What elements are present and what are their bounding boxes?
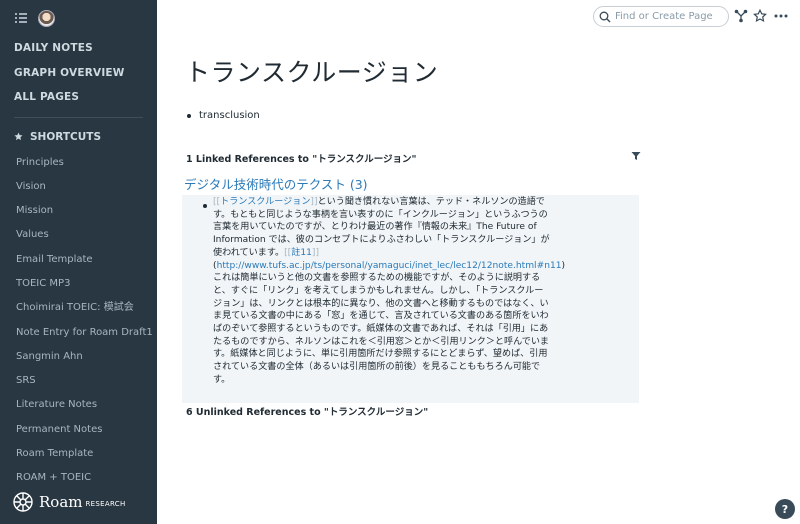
star-icon xyxy=(14,132,23,141)
logo-wordmark: Roam xyxy=(39,493,83,511)
search-input[interactable] xyxy=(615,11,725,22)
ref-line: ま見ている文書の中にある「窓」を通じて、言及されている文書のある箇所をいわ xyxy=(213,311,549,322)
shortcut-item[interactable]: SRS xyxy=(0,369,157,393)
graph-icon[interactable] xyxy=(733,8,749,24)
external-url-link[interactable]: http://www.tufs.ac.jp/ts/personal/yamagu… xyxy=(217,261,562,271)
page-link-note11[interactable]: 註11 xyxy=(291,248,312,258)
nav-all-pages[interactable]: ALL PAGES xyxy=(0,85,157,110)
ref-line: (http://www.tufs.ac.jp/ts/personal/yamag… xyxy=(213,260,633,273)
shortcuts-header: SHORTCUTS xyxy=(0,126,157,148)
ref-line: ばのぞいて参照するというものです。紙媒体の文書であれば、それは「引用」にあ xyxy=(213,324,549,335)
search-icon xyxy=(599,11,611,22)
ref-line: ジョン」は、リンクとは根本的に異なり、他の文書へと移動するものではなく、い xyxy=(213,298,549,309)
shortcut-item[interactable]: Roam Template xyxy=(0,442,157,466)
paren: ) xyxy=(561,260,566,271)
shortcut-item[interactable]: Permanent Notes xyxy=(0,418,157,442)
ref-block-text[interactable]: [[トランスクルージョン]]という聞き慣れない言葉は、テッド・ネルソンの造語で … xyxy=(213,196,633,387)
page-title[interactable]: トランスクルージョン xyxy=(185,53,438,89)
block-text[interactable]: transclusion xyxy=(199,110,260,121)
shortcut-item[interactable]: Email Template xyxy=(0,248,157,272)
ref-line: す。紙媒体と同じように、単に引用箇所だけ参照するにとどまらず、望めば、引用 xyxy=(213,349,548,360)
logo-research: RESEARCH xyxy=(85,500,126,508)
nav-graph-overview[interactable]: GRAPH OVERVIEW xyxy=(0,61,157,86)
ref-line: たるものですから、ネルソンはこれを＜引用窓＞とか＜引用リンク＞と呼んでいま xyxy=(213,336,550,347)
shortcut-item[interactable]: Choimirai TOEIC: 模試会 xyxy=(0,296,157,320)
shortcuts-list: Principles Vision Mission Values Email T… xyxy=(0,151,157,491)
shortcut-item[interactable]: ROAM + TOEIC xyxy=(0,466,157,490)
linked-reference-block: [[トランスクルージョン]]という聞き慣れない言葉は、テッド・ネルソンの造語で … xyxy=(182,195,639,403)
shortcut-item[interactable]: Principles xyxy=(0,151,157,175)
link-bracket: ]] xyxy=(310,197,318,207)
ref-text-segment: という聞き慣れない言葉は、テッド・ネルソンの造語で xyxy=(317,197,545,207)
ref-line: 使われています。[[註11]] xyxy=(213,247,633,260)
help-button[interactable]: ? xyxy=(775,499,795,519)
ref-line: [[トランスクルージョン]]という聞き慣れない言葉は、テッド・ネルソンの造語で xyxy=(213,196,633,209)
avatar[interactable] xyxy=(38,9,55,27)
sidebar-divider xyxy=(14,116,143,118)
page-link-transclusion[interactable]: トランスクルージョン xyxy=(220,197,310,207)
sidebar: DAILY NOTES GRAPH OVERVIEW ALL PAGES SHO… xyxy=(0,0,157,524)
nav-daily-notes[interactable]: DAILY NOTES xyxy=(0,36,157,61)
filter-icon[interactable] xyxy=(631,151,641,161)
roam-logo-icon xyxy=(13,492,33,512)
ref-line: Information では、彼のコンセプトによりふさわしい「トランスクルージョ… xyxy=(213,235,550,246)
link-bracket: ]] xyxy=(311,247,320,258)
shortcut-item[interactable]: Sangmin Ahn xyxy=(0,345,157,369)
shortcut-item[interactable]: TOEIC MP3 xyxy=(0,272,157,296)
linked-references-header[interactable]: 1 Linked References to "トランスクルージョン" xyxy=(186,151,416,165)
block-bullet[interactable] xyxy=(187,113,191,118)
main-content: トランスクルージョン transclusion 1 Linked Referen… xyxy=(157,34,800,524)
sidebar-collapse-icon[interactable] xyxy=(14,11,28,25)
reference-page-title[interactable]: デジタル技術時代のテクスト (3) xyxy=(184,174,368,193)
sidebar-top xyxy=(0,0,157,36)
ref-line: と、すぐに「リンク」を考えてしまうかもしれません。しかし、「トランスクルー xyxy=(213,285,544,296)
shortcut-item[interactable]: Literature Notes xyxy=(0,393,157,417)
ref-line: す。もともと同じような事柄を言い表すのに「インクルージョン」というふつうの xyxy=(213,209,548,220)
roam-logo: Roam RESEARCH xyxy=(13,492,126,512)
more-options-icon[interactable] xyxy=(773,8,789,24)
topbar xyxy=(157,0,800,34)
ref-line: 言葉を用いていたのですが、とりわけ最近の著作『情報の未来』The Future … xyxy=(213,222,537,233)
shortcut-item[interactable]: Values xyxy=(0,223,157,247)
ref-line: す。 xyxy=(213,374,231,385)
ref-line: これは簡単にいうと他の文書を参照するための機能ですが、そのように説明する xyxy=(213,273,541,284)
unlinked-references-header[interactable]: 6 Unlinked References to "トランスクルージョン" xyxy=(186,404,428,418)
page-block[interactable]: transclusion xyxy=(187,110,260,121)
star-outline-icon[interactable] xyxy=(752,8,768,24)
ref-block-bullet[interactable] xyxy=(203,204,207,208)
shortcut-item[interactable]: Mission xyxy=(0,199,157,223)
ref-text-segment: 使われています。 xyxy=(213,247,285,258)
search-box[interactable] xyxy=(593,6,729,27)
ref-line: されている文書の全体（あるいは引用箇所の前後）を見ることももちろん可能で xyxy=(213,362,541,373)
shortcuts-label: SHORTCUTS xyxy=(30,130,102,143)
shortcut-item[interactable]: Note Entry for Roam Draft1 xyxy=(0,321,157,345)
shortcut-item[interactable]: Vision xyxy=(0,175,157,199)
